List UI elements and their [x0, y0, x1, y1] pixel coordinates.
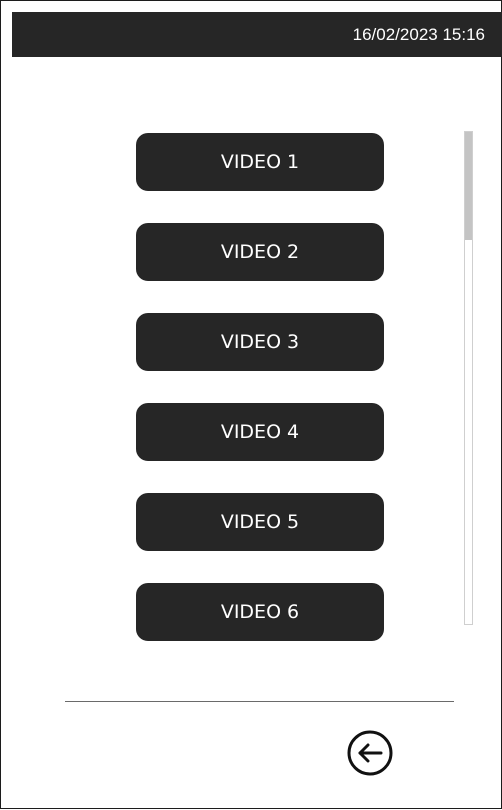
video-6-button[interactable]: VIDEO 6 — [136, 583, 384, 641]
divider — [65, 701, 454, 702]
video-4-button[interactable]: VIDEO 4 — [136, 403, 384, 461]
video-3-button[interactable]: VIDEO 3 — [136, 313, 384, 371]
scroll-thumb[interactable] — [465, 132, 472, 240]
back-button[interactable] — [346, 729, 394, 777]
video-5-button[interactable]: VIDEO 5 — [136, 493, 384, 551]
video-list: VIDEO 1 VIDEO 2 VIDEO 3 VIDEO 4 VIDEO 5 … — [1, 1, 502, 810]
app-window: 16/02/2023 15:16 VIDEO 1 VIDEO 2 VIDEO 3… — [0, 0, 502, 809]
arrow-left-circle-icon — [347, 730, 393, 776]
video-1-button[interactable]: VIDEO 1 — [136, 133, 384, 191]
video-2-button[interactable]: VIDEO 2 — [136, 223, 384, 281]
scrollbar[interactable] — [464, 131, 473, 625]
